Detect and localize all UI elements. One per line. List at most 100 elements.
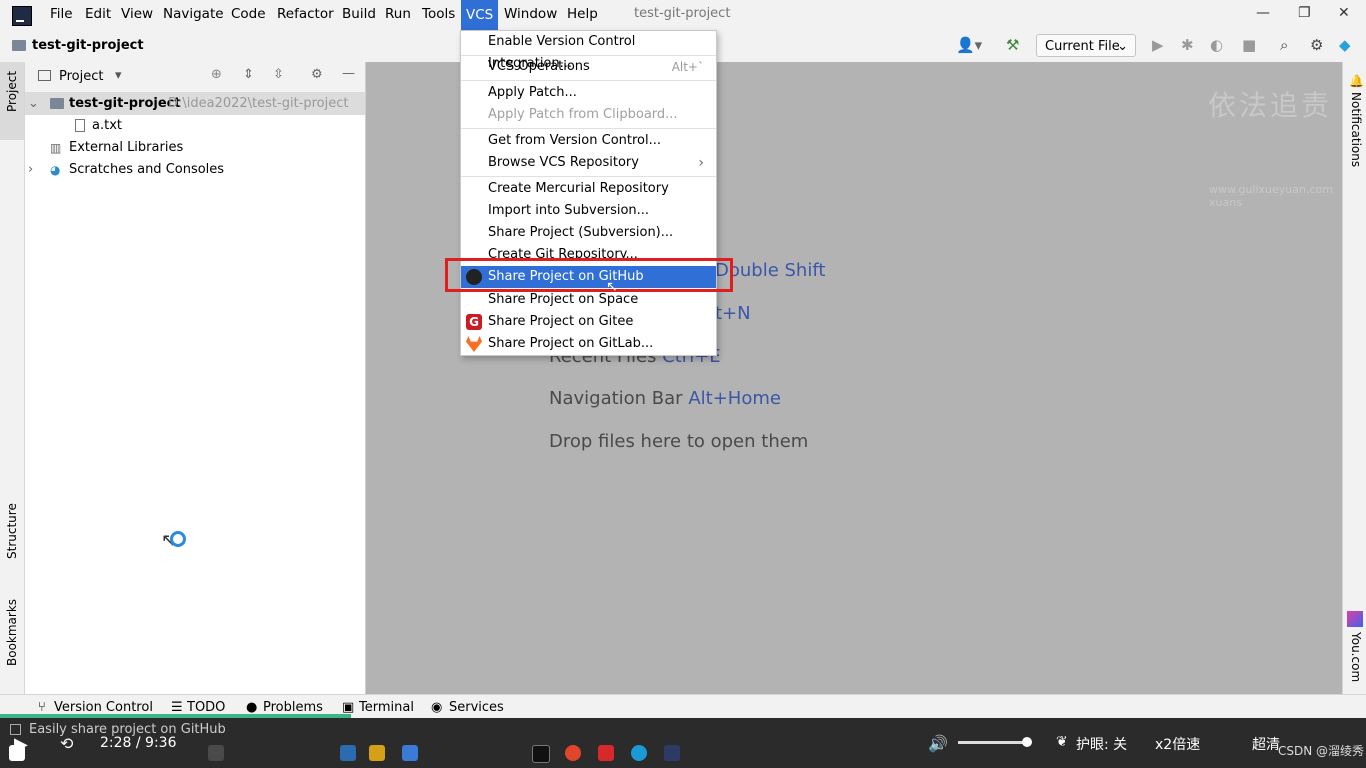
taskbar-chrome-icon[interactable]: [565, 745, 581, 761]
menu-help[interactable]: Help: [567, 6, 598, 22]
gitlab-icon: [466, 336, 482, 352]
status-and-player-bar: Easily share project on GitHub ▶ ⟲ 2:28 …: [0, 718, 1366, 768]
menu-separator: [461, 128, 716, 129]
structure-tool-label[interactable]: Structure: [5, 503, 19, 559]
tool-problems[interactable]: Problems: [263, 700, 323, 715]
left-tool-strip: Project Structure Bookmarks: [0, 62, 25, 694]
gitee-icon: G: [466, 314, 482, 330]
taskbar-app-icon[interactable]: [369, 745, 385, 761]
you-com-tool-label[interactable]: You.com: [1349, 632, 1363, 682]
select-opened-file-icon[interactable]: ⊕: [211, 67, 222, 82]
menu-item-browse-vcs[interactable]: Browse VCS Repository ›: [461, 152, 716, 174]
tree-item-scratches[interactable]: › ◕ Scratches and Consoles: [25, 159, 365, 181]
menu-item-apply-patch-clipboard[interactable]: Apply Patch from Clipboard...: [461, 104, 716, 126]
chevron-down-icon[interactable]: ▾: [115, 68, 122, 83]
search-icon[interactable]: ⌕: [1280, 36, 1288, 54]
menu-refactor[interactable]: Refactor: [277, 6, 334, 22]
notifications-tool-label[interactable]: Notifications: [1349, 92, 1363, 167]
volume-slider[interactable]: [958, 741, 1028, 744]
eye-icon: ❦: [1056, 734, 1068, 750]
taskbar-wps-icon[interactable]: [598, 745, 614, 761]
chevron-down-icon: ⌄: [1117, 39, 1128, 54]
close-icon[interactable]: ✕: [1338, 5, 1350, 21]
menu-separator: [461, 176, 716, 177]
panel-window-icon: [38, 70, 51, 81]
menu-item-import-subversion[interactable]: Import into Subversion...: [461, 200, 716, 222]
menu-run[interactable]: Run: [385, 6, 411, 22]
project-panel: Project ▾ ⊕ ⇕ ⇳ ⚙ — ⌄ test-git-project D…: [25, 62, 366, 694]
minimize-icon[interactable]: —: [1256, 5, 1270, 21]
stop-icon[interactable]: ■: [1242, 36, 1256, 54]
hint-drop-files: Drop files here to open them: [549, 431, 809, 452]
todo-list-icon: ☰: [171, 700, 183, 715]
menu-build[interactable]: Build: [342, 6, 376, 22]
breadcrumb-project[interactable]: test-git-project: [32, 38, 144, 53]
folder-icon: [50, 98, 64, 109]
tree-item-project-root[interactable]: ⌄ test-git-project D:\idea2022\test-git-…: [25, 93, 365, 115]
menu-file[interactable]: File: [50, 6, 73, 22]
chevron-down-icon: ⌄: [28, 96, 39, 111]
watermark-logo-icon: 依法追责: [1208, 89, 1333, 122]
eye-care-toggle[interactable]: 护眼: 关: [1076, 734, 1127, 754]
taskbar-intellij-icon[interactable]: [532, 745, 550, 763]
quality-select[interactable]: 超清: [1252, 734, 1280, 754]
run-icon[interactable]: ▶: [1152, 36, 1164, 54]
collapse-all-icon[interactable]: ⇳: [273, 67, 284, 82]
menu-edit[interactable]: Edit: [85, 6, 111, 22]
menu-item-share-space[interactable]: Share Project on Space: [461, 289, 716, 311]
settings-gear-icon[interactable]: ⚙: [1310, 36, 1323, 54]
notifications-bell-icon: 🔔: [1349, 74, 1364, 88]
tool-terminal[interactable]: Terminal: [359, 700, 414, 715]
windows-start-icon[interactable]: [9, 745, 25, 761]
taskbar-edge-icon[interactable]: [631, 745, 647, 761]
menu-bar: File Edit View Navigate Code Refactor Bu…: [0, 0, 1366, 30]
services-icon: ◉: [431, 700, 443, 715]
replay-icon[interactable]: ⟲: [60, 734, 73, 753]
taskbar-app-icon[interactable]: [664, 745, 680, 761]
tool-todo[interactable]: TODO: [187, 700, 225, 715]
menu-item-share-subversion[interactable]: Share Project (Subversion)...: [461, 222, 716, 244]
build-hammer-icon[interactable]: ⚒: [1006, 36, 1019, 54]
options-gear-icon[interactable]: ⚙: [311, 67, 323, 82]
project-tool-label: Project: [5, 70, 19, 112]
tool-services[interactable]: Services: [449, 700, 504, 715]
playback-speed[interactable]: x2倍速: [1155, 734, 1200, 754]
coverage-icon[interactable]: ◐: [1210, 36, 1223, 54]
problems-icon: ●: [246, 700, 258, 715]
menu-code[interactable]: Code: [231, 6, 266, 22]
maximize-icon[interactable]: ❐: [1298, 5, 1311, 21]
menu-vcs[interactable]: VCS: [461, 0, 499, 30]
menu-item-get-from-vcs[interactable]: Get from Version Control...: [461, 130, 716, 152]
menu-item-enable-vcs[interactable]: Enable Version Control Integration...: [461, 31, 716, 71]
chevron-right-icon: ›: [28, 162, 34, 177]
hide-panel-icon[interactable]: —: [342, 66, 355, 81]
project-tool-tab[interactable]: Project: [0, 62, 24, 140]
menu-window[interactable]: Window: [504, 6, 557, 22]
tree-item-label: Scratches and Consoles: [69, 162, 225, 177]
menu-item-apply-patch[interactable]: Apply Patch...: [461, 82, 716, 104]
volume-slider-knob[interactable]: [1022, 737, 1032, 747]
plugin-logo-icon[interactable]: ◆: [1339, 36, 1351, 54]
expand-all-icon[interactable]: ⇕: [243, 67, 254, 82]
menu-item-vcs-operations[interactable]: VCS Operations Alt+`: [461, 56, 716, 78]
menu-item-share-gitlab[interactable]: Share Project on GitLab...: [461, 333, 716, 355]
tree-item-file[interactable]: a.txt: [25, 115, 365, 137]
volume-icon[interactable]: 🔊: [928, 734, 948, 753]
user-icon[interactable]: 👤▾: [956, 36, 982, 54]
tree-item-external-libraries[interactable]: ▥ External Libraries: [25, 137, 365, 159]
window-title: test-git-project: [634, 6, 731, 21]
taskbar-app-icon[interactable]: [208, 745, 224, 761]
intellij-logo-icon: [12, 6, 32, 26]
bookmarks-tool-label[interactable]: Bookmarks: [5, 599, 19, 666]
menu-view[interactable]: View: [121, 6, 153, 22]
menu-navigate[interactable]: Navigate: [163, 6, 224, 22]
menu-item-share-gitee[interactable]: G Share Project on Gitee: [461, 311, 716, 333]
menu-item-create-mercurial[interactable]: Create Mercurial Repository: [461, 178, 716, 200]
taskbar-app-icon[interactable]: [340, 745, 356, 761]
tool-version-control[interactable]: Version Control: [54, 700, 153, 715]
taskbar-app-icon[interactable]: [402, 745, 418, 761]
run-config-select[interactable]: Current File ⌄: [1036, 34, 1136, 57]
menu-tools[interactable]: Tools: [422, 6, 455, 22]
debug-icon[interactable]: ✱: [1181, 36, 1194, 54]
project-view-title[interactable]: Project: [59, 69, 103, 84]
